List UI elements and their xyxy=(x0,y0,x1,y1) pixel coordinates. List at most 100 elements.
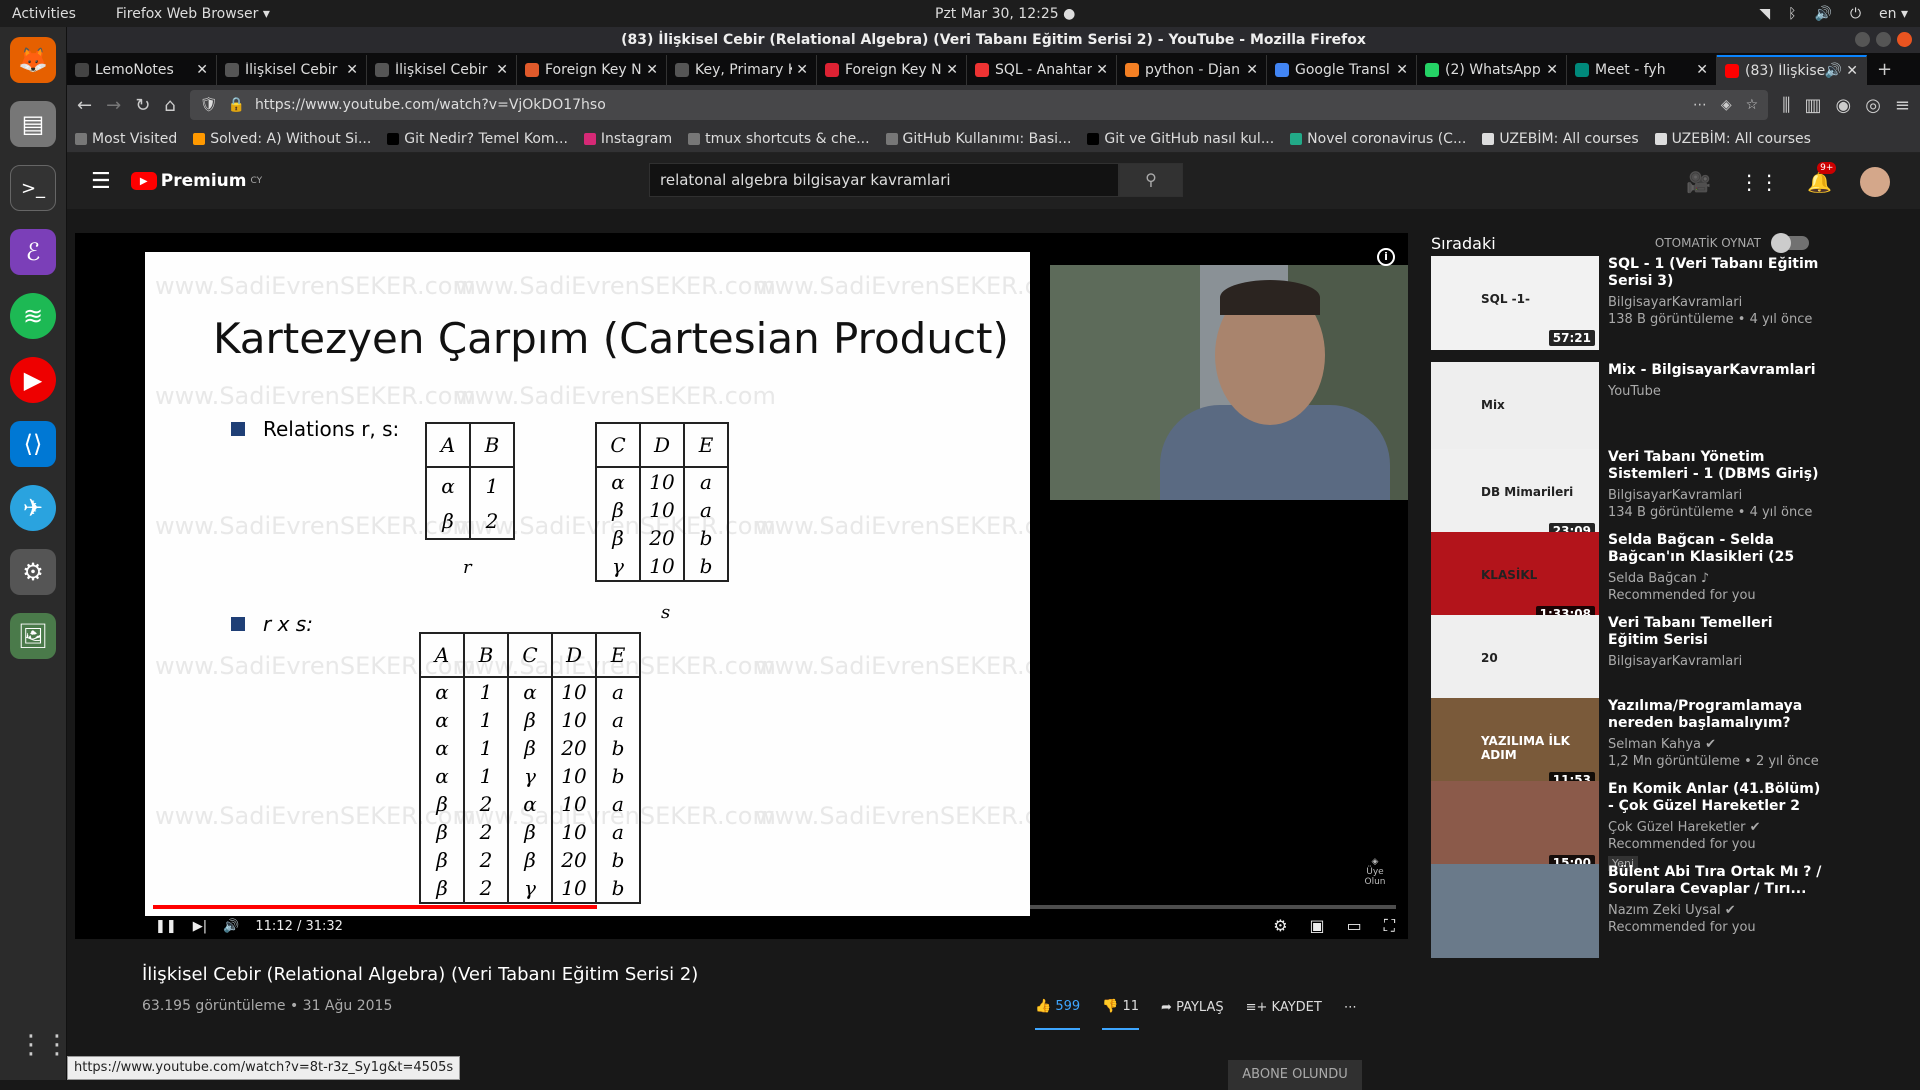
home-icon[interactable]: ⌂ xyxy=(164,95,175,116)
recommendation-title[interactable]: Bülent Abi Tıra Ortak Mı ? / Sorulara Ce… xyxy=(1608,864,1823,898)
miniplayer-icon[interactable]: ▣ xyxy=(1310,916,1325,936)
video-thumbnail[interactable]: 20 xyxy=(1431,615,1599,709)
speaker-icon[interactable]: 🔊 xyxy=(1825,63,1842,79)
tab[interactable]: Foreign Key N ✕ xyxy=(517,55,667,85)
search-button[interactable]: ⚲ xyxy=(1119,163,1183,197)
more-actions-icon[interactable]: ⋯ xyxy=(1344,1000,1357,1029)
hamburger-menu-icon[interactable]: ☰ xyxy=(91,169,111,194)
video-thumbnail[interactable] xyxy=(1431,864,1599,958)
minimize-button[interactable] xyxy=(1855,32,1870,47)
close-tab-icon[interactable]: ✕ xyxy=(796,62,808,78)
page-actions-icon[interactable]: ⋯ xyxy=(1693,97,1707,113)
close-tab-icon[interactable]: ✕ xyxy=(1696,62,1708,78)
recommendation-title[interactable]: Veri Tabanı Yönetim Sistemleri - 1 (DBMS… xyxy=(1608,449,1823,483)
volume-icon[interactable]: 🔊 xyxy=(223,919,239,934)
video-thumbnail[interactable]: Mix xyxy=(1431,362,1599,456)
tab[interactable]: LemoNotes ✕ xyxy=(67,55,217,85)
firefox-icon[interactable]: 🦊 xyxy=(10,37,56,83)
maximize-button[interactable] xyxy=(1876,32,1891,47)
recommendation-item[interactable]: 20 Veri Tabanı Temelleri Eğitim Serisi Bil… xyxy=(1431,615,1831,709)
close-tab-icon[interactable]: ✕ xyxy=(196,62,208,78)
reload-icon[interactable]: ↻ xyxy=(135,95,150,116)
tab[interactable]: Meet - fyh ✕ xyxy=(1567,55,1717,85)
sidebar-icon[interactable]: ▥ xyxy=(1804,95,1821,116)
close-tab-icon[interactable]: ✕ xyxy=(496,62,508,78)
bookmark-item[interactable]: UZEBİM: All courses xyxy=(1654,131,1811,147)
app-menu[interactable]: Firefox Web Browser ▾ xyxy=(116,6,270,22)
tab[interactable]: Foreign Key N ✕ xyxy=(817,55,967,85)
tab[interactable]: Google Transl ✕ xyxy=(1267,55,1417,85)
recommendation-channel[interactable]: Nazım Zeki Uysal ✔ xyxy=(1608,903,1823,918)
like-button[interactable]: 👍 599 xyxy=(1035,999,1081,1030)
library-icon[interactable]: ⫼ xyxy=(1782,95,1790,116)
bluetooth-icon[interactable]: ᛒ xyxy=(1788,6,1796,22)
recommendation-title[interactable]: Veri Tabanı Temelleri Eğitim Serisi xyxy=(1608,615,1823,649)
hamburger-menu-icon[interactable]: ≡ xyxy=(1895,95,1910,116)
close-tab-icon[interactable]: ✕ xyxy=(1246,62,1258,78)
video-thumbnail[interactable]: KLASİKL 1:33:08 xyxy=(1431,532,1599,626)
tab[interactable]: İlişkisel Cebir ✕ xyxy=(367,55,517,85)
recommendation-item[interactable]: SQL -1- 57:21 SQL - 1 (Veri Tabanı Eğitim … xyxy=(1431,256,1831,350)
theater-mode-icon[interactable]: ▭ xyxy=(1347,916,1362,936)
bookmark-item[interactable]: Most Visited xyxy=(75,131,177,147)
search-input[interactable]: relatonal algebra bilgisayar kavramlari xyxy=(649,163,1119,197)
recommendation-channel[interactable]: BilgisayarKavramlari xyxy=(1608,488,1823,503)
new-tab-button[interactable]: + xyxy=(1867,55,1902,85)
bookmark-star-icon[interactable]: ☆ xyxy=(1746,97,1759,113)
emacs-icon[interactable]: ℰ xyxy=(10,229,56,275)
pause-icon[interactable]: ❚❚ xyxy=(155,919,177,934)
tab[interactable]: (2) WhatsApp ✕ xyxy=(1417,55,1567,85)
tab[interactable]: İlişkisel Cebir (Re✕ xyxy=(217,55,367,85)
close-tab-icon[interactable]: ✕ xyxy=(946,62,958,78)
video-thumbnail[interactable]: 15:00 xyxy=(1431,781,1599,875)
recommendation-title[interactable]: Mix - BilgisayarKavramlari xyxy=(1608,362,1823,379)
close-tab-icon[interactable]: ✕ xyxy=(1396,62,1408,78)
clock[interactable]: Pzt Mar 30, 12:25 ● xyxy=(935,6,1075,22)
extension-icon[interactable]: ◉ xyxy=(1835,95,1851,116)
youtube-app-icon[interactable]: ▶ xyxy=(10,357,56,403)
shield-icon[interactable]: 🛡 xyxy=(200,97,218,113)
recommendation-channel[interactable]: Çok Güzel Hareketler ✔ xyxy=(1608,820,1823,835)
recommendation-channel[interactable]: BilgisayarKavramlari xyxy=(1608,654,1823,669)
system-tray[interactable]: ◥ ᛒ 🔊 ⏻ en ▾ xyxy=(1759,6,1908,22)
progress-bar[interactable] xyxy=(153,905,1396,909)
recommendation-channel[interactable]: Selman Kahya ✔ xyxy=(1608,737,1823,752)
files-icon[interactable]: ▤ xyxy=(10,101,56,147)
close-tab-icon[interactable]: ✕ xyxy=(346,62,358,78)
youtube-logo[interactable]: ▶ Premium CY xyxy=(130,171,262,191)
share-button[interactable]: ➦ PAYLAŞ xyxy=(1161,1000,1224,1029)
next-icon[interactable]: ▶| xyxy=(193,919,207,934)
close-tab-icon[interactable]: ✕ xyxy=(1096,62,1108,78)
bookmark-item[interactable]: Git ve GitHub nasıl kul... xyxy=(1087,131,1274,147)
tab[interactable]: SQL - Anahtar ✕ xyxy=(967,55,1117,85)
volume-icon[interactable]: 🔊 xyxy=(1815,6,1832,22)
info-icon[interactable]: i xyxy=(1377,248,1395,266)
subscribe-button[interactable]: ABONE OLUNDU xyxy=(1228,1060,1362,1090)
notifications-bell-icon[interactable]: 🔔 9+ xyxy=(1807,162,1837,194)
settings-gear-icon[interactable]: ⚙ xyxy=(1273,916,1287,936)
pocket-icon[interactable]: ◈ xyxy=(1721,97,1732,113)
create-video-icon[interactable]: 🎥 xyxy=(1686,170,1711,194)
tab[interactable]: Key, Primary Key✕ xyxy=(667,55,817,85)
recommendation-item[interactable]: DB Mimarileri 23:09 Veri Tabanı Yönetim Si… xyxy=(1431,449,1831,543)
dislike-button[interactable]: 👎 11 xyxy=(1102,999,1140,1030)
lock-icon[interactable]: 🔒 xyxy=(228,97,245,113)
tab[interactable]: python - Djan ✕ xyxy=(1117,55,1267,85)
close-window-button[interactable] xyxy=(1897,32,1912,47)
terminal-icon[interactable]: >_ xyxy=(10,165,56,211)
apps-grid-icon[interactable]: ⋮⋮ xyxy=(1739,170,1779,194)
bookmark-item[interactable]: GitHub Kullanımı: Basi... xyxy=(885,131,1071,147)
bookmark-item[interactable]: Novel coronavirus (C... xyxy=(1290,131,1466,147)
recommendation-item[interactable]: 15:00 En Komik Anlar (41.Bölüm) - Çok Güz… xyxy=(1431,781,1831,875)
recommendation-item[interactable]: Bülent Abi Tıra Ortak Mı ? / Sorulara Ce… xyxy=(1431,864,1831,958)
telegram-icon[interactable]: ✈ xyxy=(10,485,56,531)
account-icon[interactable]: ◎ xyxy=(1865,95,1881,116)
bookmark-item[interactable]: Instagram xyxy=(583,131,672,147)
recommendation-item[interactable]: Mix Mix - BilgisayarKavramlari YouTube xyxy=(1431,362,1831,456)
recommendation-title[interactable]: Yazılıma/Programlamaya nereden başlamalı… xyxy=(1608,698,1823,732)
bookmark-item[interactable]: UZEBİM: All courses xyxy=(1482,131,1639,147)
recommendation-item[interactable]: KLASİKL 1:33:08 Selda Bağcan - Selda Bağca… xyxy=(1431,532,1831,626)
url-bar[interactable]: 🛡 🔒 https://www.youtube.com/watch?v=VjOk… xyxy=(189,90,1769,120)
language-selector[interactable]: en ▾ xyxy=(1879,6,1908,22)
recommendation-title[interactable]: Selda Bağcan - Selda Bağcan'ın Klasikler… xyxy=(1608,532,1823,566)
